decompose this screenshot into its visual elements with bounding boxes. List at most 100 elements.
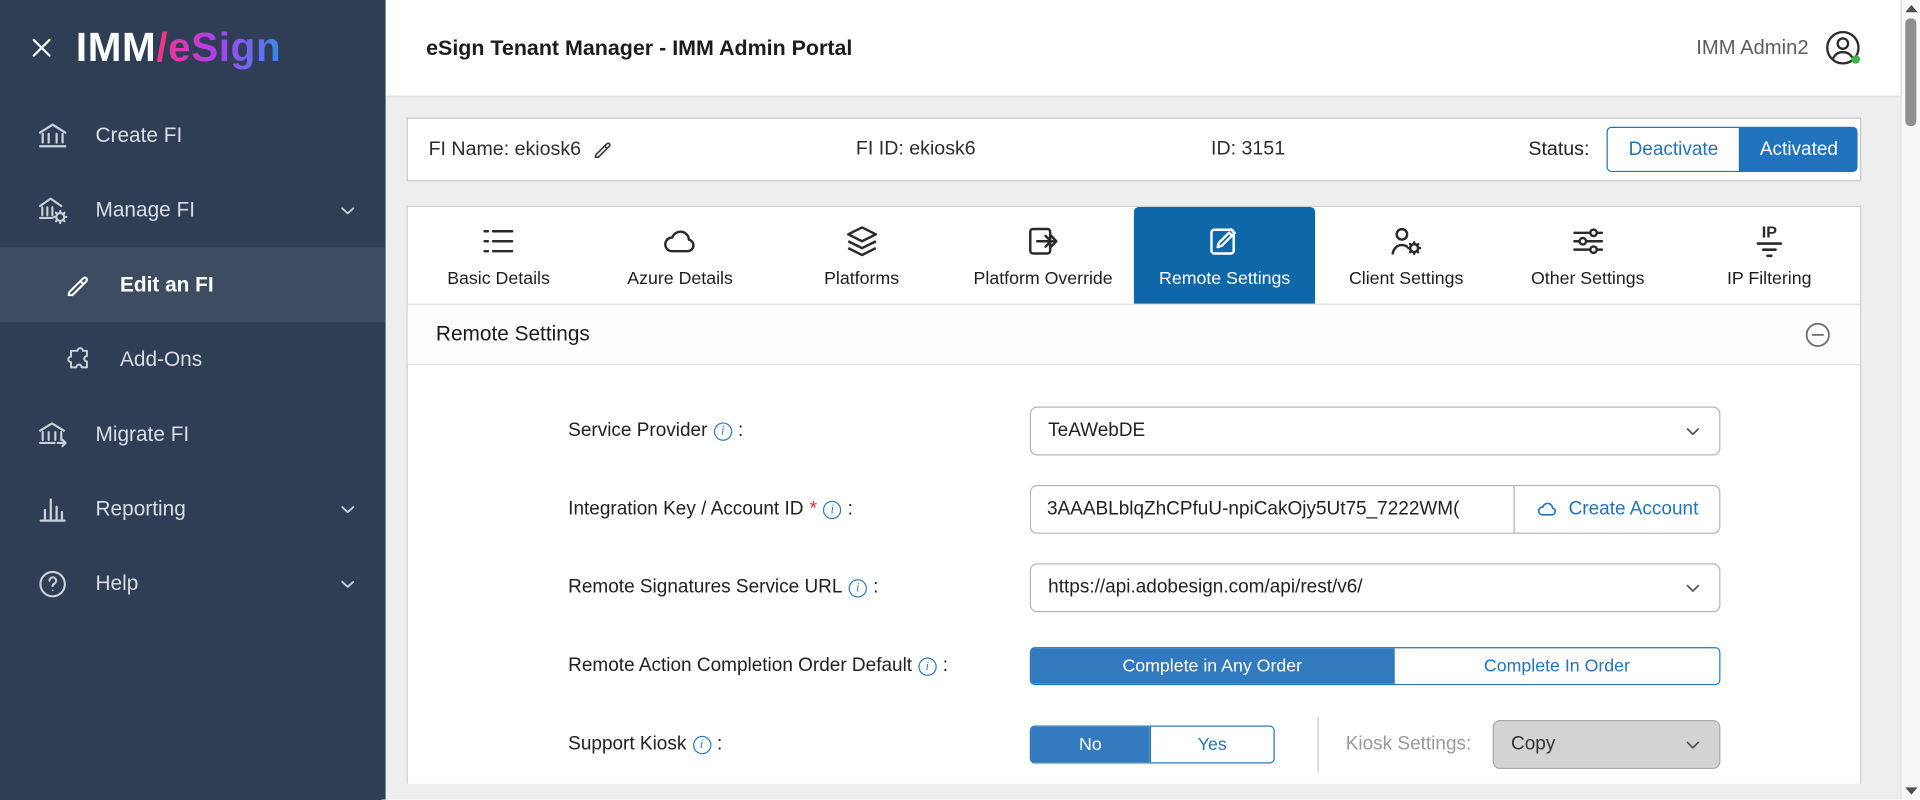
kiosk-settings-select[interactable]: Copy (1492, 720, 1721, 769)
service-url-select[interactable]: https://api.adobesign.com/api/rest/v6/ (1029, 563, 1721, 613)
service-url-row: Remote Signatures Service URL : https://… (408, 549, 1860, 627)
remote-settings-form: Service Provider : TeAWebDE (408, 365, 1860, 784)
service-provider-select[interactable]: TeAWebDE (1029, 406, 1721, 456)
tab-remote-settings[interactable]: Remote Settings (1133, 206, 1316, 304)
info-icon[interactable] (918, 656, 937, 676)
integration-key-input[interactable] (1029, 484, 1514, 534)
user-name: IMM Admin2 (1696, 36, 1809, 59)
service-provider-row: Service Provider : TeAWebDE (408, 392, 1860, 470)
scrollbar-thumb[interactable] (1905, 18, 1917, 127)
scroll-up-icon[interactable] (1905, 4, 1918, 13)
document-edit-icon (1206, 222, 1243, 259)
kiosk-settings-label: Kiosk Settings: (1345, 733, 1472, 755)
svg-text:IP: IP (1762, 223, 1777, 241)
sidebar-item-edit-an-fi[interactable]: Edit an FI (0, 247, 386, 323)
service-url-value: https://api.adobesign.com/api/rest/v6/ (1048, 576, 1363, 598)
close-icon[interactable] (28, 34, 55, 61)
main-area: eSign Tenant Manager - IMM Admin Portal … (385, 0, 1901, 800)
chevron-down-icon (1684, 735, 1702, 753)
completion-order-row: Remote Action Completion Order Default :… (408, 627, 1860, 705)
sidebar-item-create-fi[interactable]: Create FI (0, 98, 386, 173)
tab-ip-filtering[interactable]: IP IP Filtering (1678, 207, 1860, 304)
sidebar-item-help[interactable]: Help (0, 546, 386, 621)
fi-name-label: FI Name: ekiosk6 (428, 138, 582, 160)
tab-bar: Basic Details Azure Details Platforms Pl… (407, 206, 1861, 305)
sidebar-item-label: Migrate FI (95, 421, 190, 446)
fi-name-group: FI Name: ekiosk6 (429, 138, 616, 161)
chevron-down-icon (337, 199, 359, 221)
header-user-area: IMM Admin2 (1696, 29, 1861, 66)
tab-azure-details[interactable]: Azure Details (589, 207, 771, 304)
chevron-down-icon (1684, 422, 1702, 440)
required-mark: * (809, 498, 817, 520)
chevron-down-icon (337, 572, 359, 594)
info-icon[interactable] (848, 578, 867, 597)
sidebar: IMM/eSign Create FI Manage FI Edit an FI… (0, 0, 386, 800)
info-icon[interactable] (823, 500, 842, 519)
sidebar-item-manage-fi[interactable]: Manage FI (0, 173, 386, 248)
vertical-divider (1317, 716, 1319, 773)
collapse-section-icon[interactable] (1804, 320, 1832, 348)
integration-key-row: Integration Key / Account ID * : (408, 470, 1860, 548)
cloud-upload-icon (1536, 498, 1559, 521)
scroll-down-icon[interactable] (1905, 787, 1918, 795)
content-area: FI Name: ekiosk6 FI ID: ekiosk6 ID: 3151… (386, 96, 1901, 784)
online-status-dot (1851, 55, 1861, 64)
create-account-button[interactable]: Create Account (1513, 484, 1721, 534)
bank-gear-icon (37, 194, 69, 226)
tab-label: Platforms (824, 268, 900, 289)
kiosk-settings-value: Copy (1511, 733, 1556, 755)
tab-platform-override[interactable]: Platform Override (952, 207, 1134, 304)
tab-platforms[interactable]: Platforms (771, 207, 953, 304)
section-header: Remote Settings (407, 304, 1861, 365)
complete-any-order-option[interactable]: Complete in Any Order (1031, 648, 1394, 684)
vertical-scrollbar[interactable] (1900, 0, 1920, 800)
page-title: eSign Tenant Manager - IMM Admin Portal (426, 34, 853, 60)
bank-icon (37, 119, 69, 151)
id-label: ID: 3151 (1211, 138, 1286, 160)
tab-label: Remote Settings (1159, 268, 1291, 289)
user-gear-icon (1388, 222, 1425, 259)
tab-label: Platform Override (973, 268, 1113, 289)
info-icon[interactable] (692, 735, 711, 754)
cloud-icon (662, 222, 699, 259)
sidebar-item-migrate-fi[interactable]: Migrate FI (0, 397, 386, 472)
edit-fi-name-icon[interactable] (592, 138, 615, 161)
tab-other-settings[interactable]: Other Settings (1497, 207, 1679, 304)
completion-order-toggle: Complete in Any Order Complete In Order (1029, 647, 1721, 686)
fi-id-label: FI ID: ekiosk6 (855, 138, 976, 160)
user-avatar[interactable] (1825, 29, 1862, 66)
app-viewport: IMM/eSign Create FI Manage FI Edit an FI… (0, 0, 1920, 800)
integration-key-label: Integration Key / Account ID * : (568, 498, 853, 520)
tab-label: Basic Details (447, 268, 550, 289)
kiosk-no-option[interactable]: No (1031, 726, 1150, 763)
tab-label: Azure Details (627, 268, 733, 289)
question-icon (37, 568, 69, 600)
info-icon[interactable] (713, 421, 732, 441)
sidebar-item-reporting[interactable]: Reporting (0, 471, 386, 546)
status-label: Status: (1528, 138, 1590, 160)
complete-in-order-option[interactable]: Complete In Order (1393, 648, 1720, 684)
service-provider-value: TeAWebDE (1048, 420, 1146, 441)
layers-icon (843, 222, 880, 259)
chevron-down-icon (337, 498, 359, 520)
puzzle-icon (64, 345, 93, 374)
tab-basic-details[interactable]: Basic Details (408, 207, 590, 304)
list-icon (480, 222, 517, 259)
bar-chart-icon (37, 493, 69, 525)
kiosk-yes-option[interactable]: Yes (1149, 726, 1274, 763)
logo-imm-text: IMM (75, 24, 157, 70)
tab-label: Client Settings (1348, 268, 1464, 289)
tab-client-settings[interactable]: Client Settings (1315, 207, 1497, 304)
activated-button[interactable]: Activated (1740, 126, 1858, 173)
sidebar-item-label: Help (95, 571, 139, 595)
sidebar-nav: Create FI Manage FI Edit an FI Add-Ons M… (0, 98, 386, 621)
tab-label: IP Filtering (1726, 268, 1812, 289)
deactivate-button[interactable]: Deactivate (1606, 126, 1741, 173)
sidebar-item-label: Add-Ons (120, 347, 203, 371)
sidebar-item-label: Manage FI (95, 197, 196, 222)
service-url-label: Remote Signatures Service URL : (568, 577, 878, 599)
completion-order-label: Remote Action Completion Order Default : (568, 655, 948, 677)
sidebar-item-add-ons[interactable]: Add-Ons (0, 322, 386, 397)
sidebar-item-label: Create FI (95, 123, 183, 147)
